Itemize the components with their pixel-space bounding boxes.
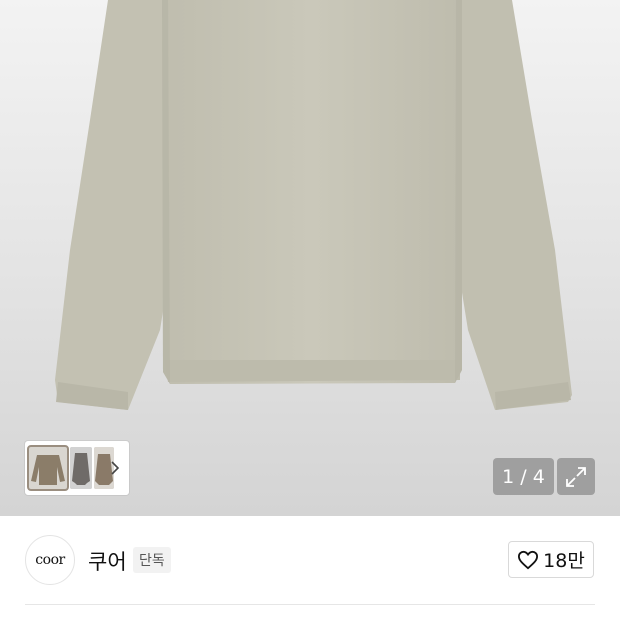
divider [25, 604, 595, 605]
product-image [55, 0, 572, 410]
brand-row: coor 쿠어 단독 18만 [0, 516, 620, 620]
exclusive-badge: 단독 [133, 547, 171, 573]
heart-outline-icon [518, 550, 539, 569]
brand-name[interactable]: 쿠어 [88, 546, 127, 576]
like-button[interactable]: 18만 [508, 541, 594, 578]
page-counter: 1 / 4 [493, 458, 554, 495]
brand-logo-text: coor [35, 552, 65, 568]
page-counter-text: 1 / 4 [502, 465, 545, 488]
thumbnail-1[interactable] [27, 445, 69, 491]
like-count: 18만 [543, 550, 585, 572]
thumbnail-2[interactable] [70, 447, 92, 489]
expand-button[interactable] [557, 458, 595, 495]
expand-icon [566, 466, 586, 487]
product-image-gallery[interactable]: 1 / 4 [0, 0, 620, 516]
brand-logo[interactable]: coor [25, 535, 75, 585]
chevron-right-icon[interactable] [108, 457, 122, 479]
